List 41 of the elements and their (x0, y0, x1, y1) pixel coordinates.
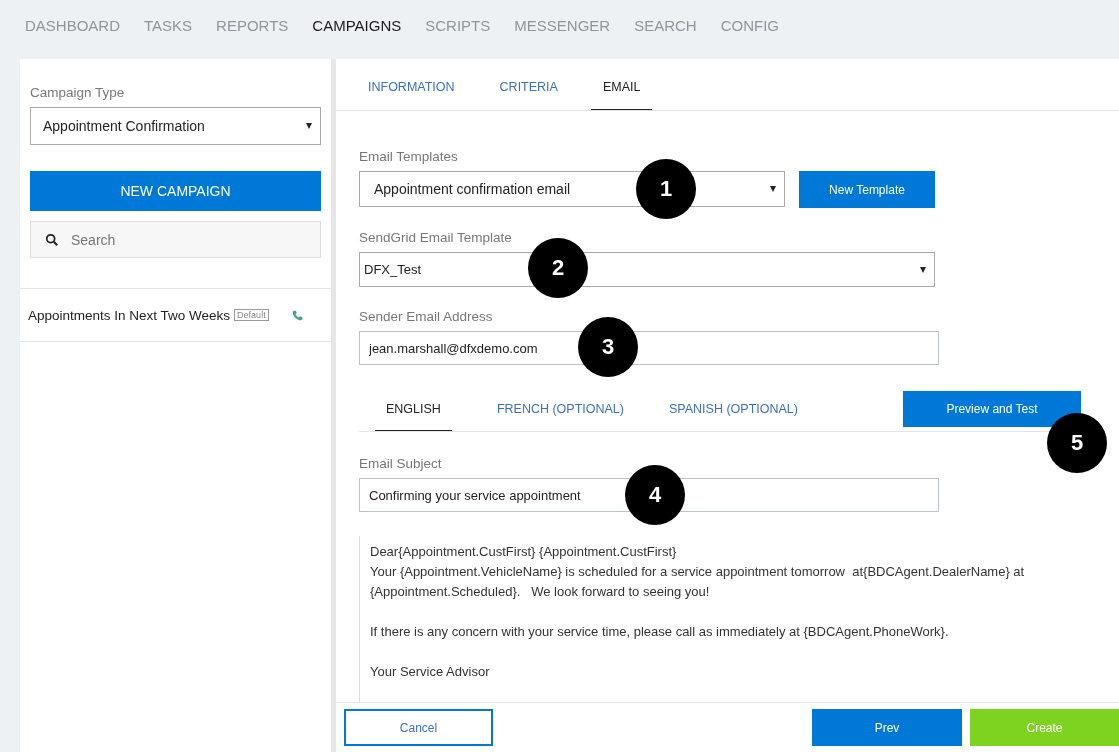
nav-tab[interactable]: REPORTS (216, 17, 289, 34)
nav-tab[interactable]: MESSENGER (514, 17, 611, 34)
nav-tab[interactable]: SCRIPTS (425, 17, 491, 34)
tab[interactable]: INFORMATION (368, 80, 455, 110)
search-field[interactable]: Search (30, 221, 321, 258)
campaign-name: Appointments In Next Two Weeks (28, 307, 231, 323)
language-tab[interactable]: SPANISH (OPTIONAL) (669, 402, 798, 431)
field-label: Email Templates (359, 149, 459, 164)
field-label: SendGrid Email Template (359, 230, 513, 245)
prev-button[interactable]: Prev (812, 709, 962, 746)
callout-number: 4 (625, 465, 685, 525)
tab[interactable]: EMAIL (590, 80, 653, 110)
body-text: Your Service Advisor (370, 663, 491, 681)
caret-icon (920, 266, 926, 273)
body-text: If there is any concern with your service time, please call as immediately at {BDCAgent.PhoneWork}. (370, 623, 950, 641)
nav-tab[interactable]: DASHBOARD (25, 17, 121, 34)
language-tab[interactable]: ENGLISH (375, 402, 452, 431)
callout-number: 3 (578, 317, 638, 377)
field-label: Sender Email Address (359, 309, 494, 324)
cancel-button[interactable]: Cancel (344, 709, 493, 746)
nav-tab[interactable]: CAMPAIGNS (312, 17, 402, 34)
field-label: Campaign Type (30, 85, 126, 100)
new-template-button[interactable]: New Template (799, 171, 935, 208)
campaign-type-dropdown[interactable]: Appointment Confirmation (30, 107, 321, 145)
tab[interactable]: CRITERIA (499, 80, 558, 110)
body-text: Your {Appointment.VehicleName} is scheduled for a service appointment tomorrow at{BDCAgent.DealerName} at {Appointment.Scheduled}. We look forward to seeing you! (370, 563, 1026, 601)
callout-number: 1 (636, 159, 696, 219)
callout-number: 2 (528, 238, 588, 298)
nav-tab[interactable]: SEARCH (634, 17, 697, 34)
nav-tab[interactable]: CONFIG (720, 17, 779, 34)
phone-icon (290, 308, 304, 322)
language-tab[interactable]: FRENCH (OPTIONAL) (496, 402, 624, 431)
default-badge: Default (234, 309, 269, 321)
body-text: Dear{Appointment.CustFirst} {Appointment.CustFirst} (370, 543, 678, 561)
callout-number: 5 (1047, 413, 1107, 473)
field-label: Email Subject (359, 456, 443, 471)
nav-tab[interactable]: TASKS (144, 17, 193, 34)
preview-button[interactable]: Preview and Test (903, 391, 1081, 427)
new-campaign-button[interactable]: NEW CAMPAIGN (30, 171, 321, 211)
caret-icon (770, 186, 776, 192)
caret-icon (306, 123, 312, 129)
